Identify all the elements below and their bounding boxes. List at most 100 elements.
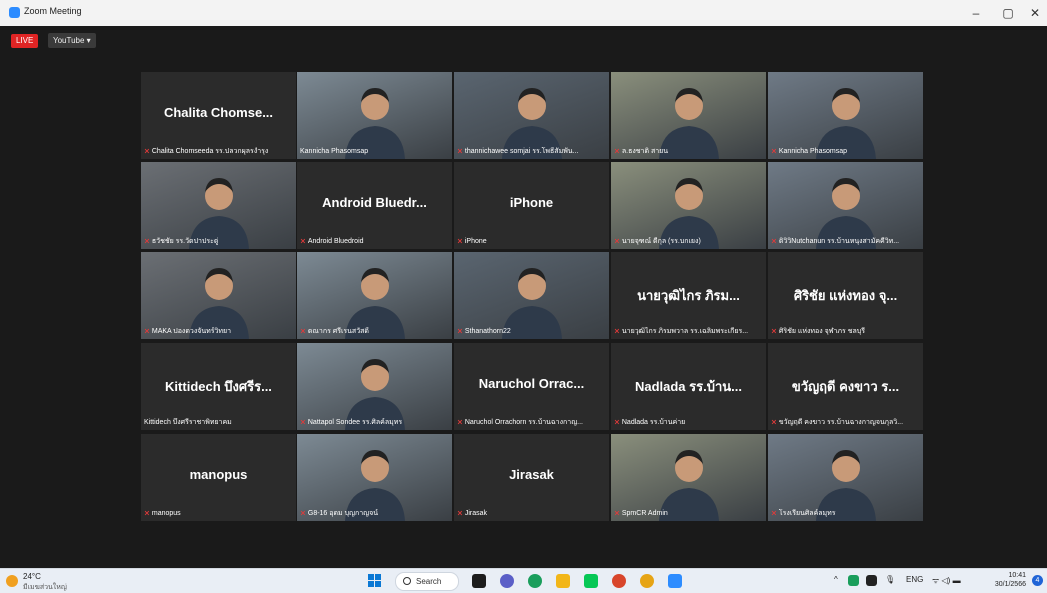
tray-app-icon[interactable] (848, 575, 859, 586)
participant-name-caption: ⨯ นายวุฒิไกร ภิรมพวาล รร.เฉลิมพระเกียร... (614, 327, 763, 337)
participant-name-caption: ⨯ SpmCR Admin (614, 509, 763, 519)
powerpoint-icon[interactable] (612, 574, 626, 588)
muted-mic-icon: ⨯ (300, 419, 306, 426)
tray-app-icon-2[interactable] (866, 575, 877, 586)
window-title: Zoom Meeting (24, 6, 82, 16)
participant-caption-text: ล.ธงชาติ สายน (621, 148, 669, 155)
participant-tile[interactable]: ⨯ Nattapol Sondee รร.ศิลค์ลมุทร (297, 343, 452, 430)
participant-tile[interactable]: Android Bluedr... ⨯ Android Bluedroid (297, 162, 452, 249)
participant-tile[interactable]: Chalita Chomse... ⨯ Chalita Chomseeda รร.ป… (141, 72, 296, 159)
participant-caption-text: Kannicha Phasomsap (300, 148, 369, 155)
network-sound-battery-icons[interactable]: ᯤ ◁) ▬ (932, 575, 961, 586)
participant-video (297, 343, 452, 430)
participant-tile[interactable]: ⨯ โรงเรียนศิลค์ลมุทร (768, 434, 923, 521)
participant-display-name: Chalita Chomse... (163, 105, 274, 120)
minimize-button[interactable]: – (968, 5, 984, 21)
weather-temp: 24°C (23, 572, 41, 581)
clock-date: 30/1/2566 (994, 581, 1026, 588)
search-label: Search (416, 577, 442, 586)
participant-caption-text: G8-16 อุดม บุญกาญจน์ (307, 510, 379, 517)
participant-tile[interactable]: ขวัญฤดี คงขาว ร... ⨯ ขวัญฤดี คงขาว รร.บ้าน… (768, 343, 923, 430)
participant-caption-text: Kittidech บึงศรีราชาพิทยาคม (144, 419, 232, 426)
participant-tile[interactable]: Jirasak ⨯ Jirasak (454, 434, 609, 521)
participant-tile[interactable]: ศิริชัย แห่งทอง จุ... ⨯ ศิริชัย แห่งทอง จุ… (768, 252, 923, 339)
participant-name-caption: ⨯ iPhone (457, 237, 606, 247)
task-view-icon[interactable] (472, 574, 486, 588)
participant-name-caption: ⨯ G8-16 อุดม บุญกาญจน์ (300, 509, 449, 519)
participant-video (611, 162, 766, 249)
participant-name-caption: ⨯ ดิวิวิNutchanun รร.บ้านหนุงสามัคคีวิท..… (771, 237, 920, 247)
participant-caption-text: ศิริชัย แห่งทอง จุฬาภร ชลบุรี (778, 328, 865, 335)
edge-browser-icon[interactable] (528, 574, 542, 588)
participant-tile[interactable]: Kittidech บึงศรีร... Kittidech บึงศรีราชา… (141, 343, 296, 430)
zoom-taskbar-icon[interactable] (668, 574, 682, 588)
participant-name-caption: Kittidech บึงศรีราชาพิทยาคม (144, 418, 293, 428)
chrome-icon[interactable] (640, 574, 654, 588)
participant-tile[interactable]: ⨯ MAKA ปองดวงจันทร์วิทยา (141, 252, 296, 339)
muted-mic-icon: ⨯ (614, 419, 620, 426)
muted-mic-icon: ⨯ (144, 510, 150, 517)
participant-name-caption: ⨯ thannichawee somjai รร.โพธิ์สัมพัน... (457, 147, 606, 157)
file-explorer-icon[interactable] (556, 574, 570, 588)
participant-tile[interactable]: ⨯ Sthanathorn22 (454, 252, 609, 339)
participant-name-caption: ⨯ manopus (144, 509, 293, 519)
participant-tile[interactable]: ⨯ Kannicha Phasomsap (768, 72, 923, 159)
muted-mic-icon: ⨯ (614, 510, 620, 517)
participant-tile[interactable]: ⨯ นายจุฑณ์ ดีกุล (รร.บกเยง) (611, 162, 766, 249)
participant-name-caption: ⨯ MAKA ปองดวงจันทร์วิทยา (144, 327, 293, 337)
participant-tile[interactable]: iPhone ⨯ iPhone (454, 162, 609, 249)
participant-name-caption: ⨯ Nadlada รร.บ้านค่าย (614, 418, 763, 428)
muted-mic-icon: ⨯ (300, 510, 306, 517)
participant-name-caption: ⨯ ล.ธงชาติ สายน (614, 147, 763, 157)
muted-mic-icon: ⨯ (457, 419, 463, 426)
participant-tile[interactable]: Nadlada รร.บ้าน... ⨯ Nadlada รร.บ้านค่าย (611, 343, 766, 430)
participant-tile[interactable]: ⨯ G8-16 อุดม บุญกาญจน์ (297, 434, 452, 521)
participant-display-name: Jirasak (509, 467, 554, 482)
participant-name-caption: ⨯ Kannicha Phasomsap (771, 147, 920, 157)
muted-mic-icon: ⨯ (614, 238, 620, 245)
zoom-app-icon (9, 7, 20, 18)
chat-icon[interactable] (500, 574, 514, 588)
restore-button[interactable]: ▢ (1000, 5, 1016, 21)
weather-location: มีเมฆส่วนใหญ่ (23, 584, 67, 591)
participant-tile[interactable]: ⨯ ดณากร ศรีเรนสวัสดิ์ (297, 252, 452, 339)
taskbar-search[interactable]: Search (395, 572, 459, 591)
participant-caption-text: Kannicha Phasomsap (778, 148, 847, 155)
start-button[interactable] (368, 574, 382, 588)
live-badge[interactable]: LIVE (11, 34, 39, 48)
line-app-icon[interactable] (584, 574, 598, 588)
participant-name-caption: ⨯ ดณากร ศรีเรนสวัสดิ์ (300, 327, 449, 337)
participant-tile[interactable]: Naruchol Orrac... ⨯ Naruchol Orrachorn รร.… (454, 343, 609, 430)
participant-tile[interactable]: นายวุฒิไกร ภิรม... ⨯ นายวุฒิไกร ภิรมพวาล ร… (611, 252, 766, 339)
participant-tile[interactable]: ⨯ SpmCR Admin (611, 434, 766, 521)
participant-video (297, 434, 452, 521)
participant-caption-text: นายจุฑณ์ ดีกุล (รร.บกเยง) (621, 238, 701, 245)
stream-target-dropdown[interactable]: YouTube ▾ (48, 33, 96, 48)
participant-display-name: manopus (189, 467, 248, 482)
clock[interactable]: 10:41 30/1/2566 (990, 571, 1026, 589)
close-button[interactable]: ✕ (1027, 5, 1043, 21)
microphone-icon[interactable]: 🎙 (885, 575, 895, 584)
participant-tile[interactable]: ⨯ thannichawee somjai รร.โพธิ์สัมพัน... (454, 72, 609, 159)
participant-tile[interactable]: Kannicha Phasomsap (297, 72, 452, 159)
participant-name-caption: ⨯ Android Bluedroid (300, 237, 449, 247)
muted-mic-icon: ⨯ (614, 148, 620, 155)
participant-caption-text: ดิวิวิNutchanun รร.บ้านหนุงสามัคคีวิท... (778, 238, 900, 245)
participant-tile[interactable]: manopus ⨯ manopus (141, 434, 296, 521)
participant-tile[interactable]: ⨯ ดิวิวิNutchanun รร.บ้านหนุงสามัคคีวิท..… (768, 162, 923, 249)
participant-tile[interactable]: ⨯ ธวัชชัย รร.วัดปาประดู่ (141, 162, 296, 249)
participant-display-name: นายวุฒิไกร ภิรม... (637, 288, 740, 303)
muted-mic-icon: ⨯ (771, 238, 777, 245)
tray-overflow-icon[interactable]: ^ (834, 575, 838, 584)
participant-caption-text: MAKA ปองดวงจันทร์วิทยา (151, 328, 232, 335)
search-icon (403, 577, 411, 585)
participant-caption-text: Naruchol Orrachorn รร.บ้านฉางกาญ... (464, 419, 583, 426)
participant-name-caption: ⨯ Naruchol Orrachorn รร.บ้านฉางกาญ... (457, 418, 606, 428)
participant-display-name: Naruchol Orrac... (478, 376, 585, 391)
notification-badge[interactable]: 4 (1032, 575, 1043, 586)
participant-tile[interactable]: ⨯ ล.ธงชาติ สายน (611, 72, 766, 159)
muted-mic-icon: ⨯ (457, 328, 463, 335)
language-indicator[interactable]: ENG (906, 575, 923, 584)
participant-caption-text: SpmCR Admin (621, 510, 668, 517)
title-bar: Zoom Meeting – ▢ ✕ (0, 0, 1047, 26)
